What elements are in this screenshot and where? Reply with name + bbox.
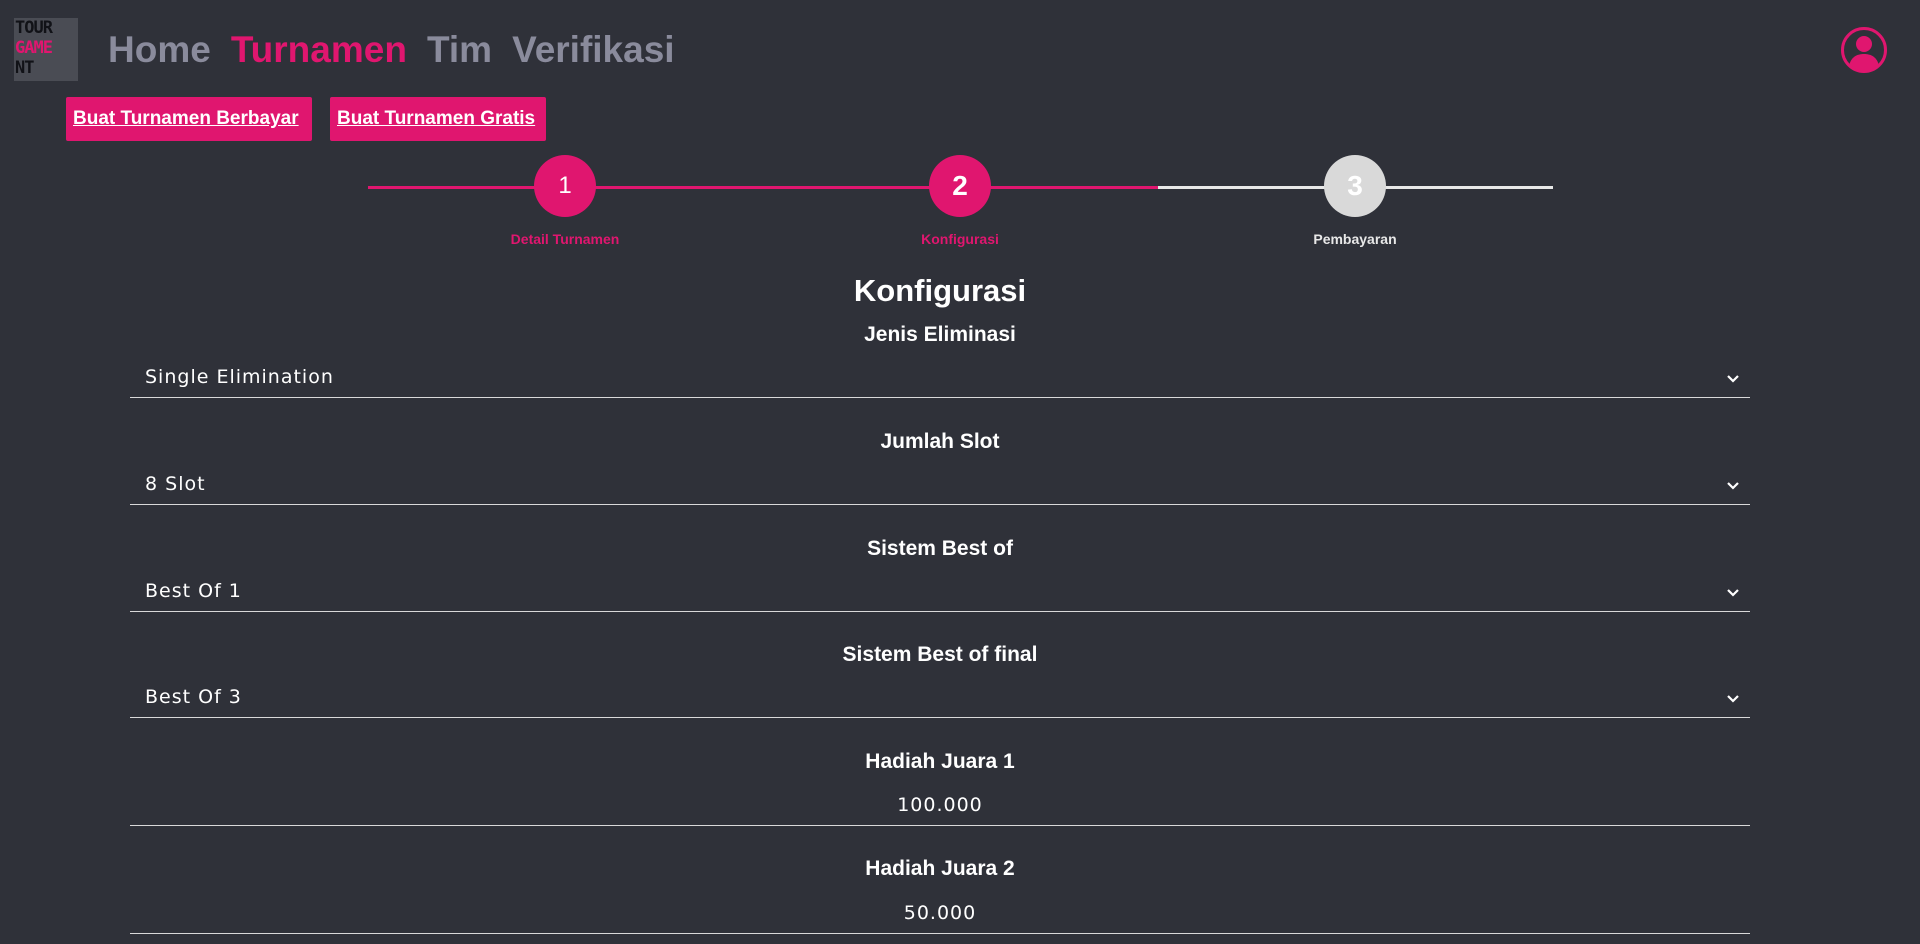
step-3-label: Pembayaran [1313, 231, 1397, 247]
main-nav: Home Turnamen Tim Verifikasi [108, 26, 675, 74]
progress-stepper: 1 2 3 Detail Turnamen Konfigurasi Pembay… [368, 152, 1553, 262]
create-paid-tournament-button[interactable]: Buat Turnamen Berbayar [66, 97, 312, 141]
step-3-circle[interactable]: 3 [1324, 155, 1386, 217]
nav-tim[interactable]: Tim [427, 26, 492, 74]
elimination-value: Single Elimination [145, 366, 334, 388]
step-1-label: Detail Turnamen [510, 231, 620, 247]
page-title: Konfigurasi [853, 273, 1027, 308]
logo-line-2: GAME [15, 38, 53, 58]
slots-label: Jumlah Slot [880, 430, 1000, 453]
slots-select[interactable]: 8 Slot [130, 467, 1750, 505]
step-2-label: Konfigurasi [921, 231, 999, 247]
chevron-down-icon [1727, 589, 1739, 597]
chevron-down-icon [1727, 695, 1739, 703]
nav-home[interactable]: Home [108, 26, 211, 74]
best-of-value: Best Of 1 [145, 580, 242, 602]
create-free-tournament-button[interactable]: Buat Turnamen Gratis [330, 97, 546, 141]
best-of-final-value: Best Of 3 [145, 686, 242, 708]
nav-turnamen[interactable]: Turnamen [231, 26, 407, 74]
logo-line-1: TOUR [15, 18, 53, 38]
prize2-value: 50.000 [903, 902, 977, 924]
logo[interactable]: TOUR GAME NT [14, 18, 78, 81]
step-1-circle[interactable]: 1 [534, 155, 596, 217]
elimination-label: Jenis Eliminasi [864, 323, 1016, 346]
best-of-select[interactable]: Best Of 1 [130, 574, 1750, 612]
prize1-value: 100.000 [897, 794, 983, 816]
logo-line-3: NT [15, 58, 34, 78]
user-circle-icon[interactable] [1840, 26, 1888, 74]
slots-value: 8 Slot [145, 473, 206, 495]
nav-verifikasi[interactable]: Verifikasi [512, 26, 675, 74]
stepper-line-complete [368, 186, 1158, 189]
prize1-label: Hadiah Juara 1 [865, 750, 1015, 773]
chevron-down-icon [1727, 482, 1739, 490]
chevron-down-icon [1727, 375, 1739, 383]
prize2-label: Hadiah Juara 2 [865, 857, 1015, 880]
prize2-input[interactable]: 50.000 [130, 896, 1750, 934]
best-of-final-select[interactable]: Best Of 3 [130, 680, 1750, 718]
prize1-input[interactable]: 100.000 [130, 788, 1750, 826]
elimination-select[interactable]: Single Elimination [130, 360, 1750, 398]
best-of-label: Sistem Best of [867, 537, 1013, 560]
best-of-final-label: Sistem Best of final [842, 643, 1038, 666]
step-2-circle[interactable]: 2 [929, 155, 991, 217]
